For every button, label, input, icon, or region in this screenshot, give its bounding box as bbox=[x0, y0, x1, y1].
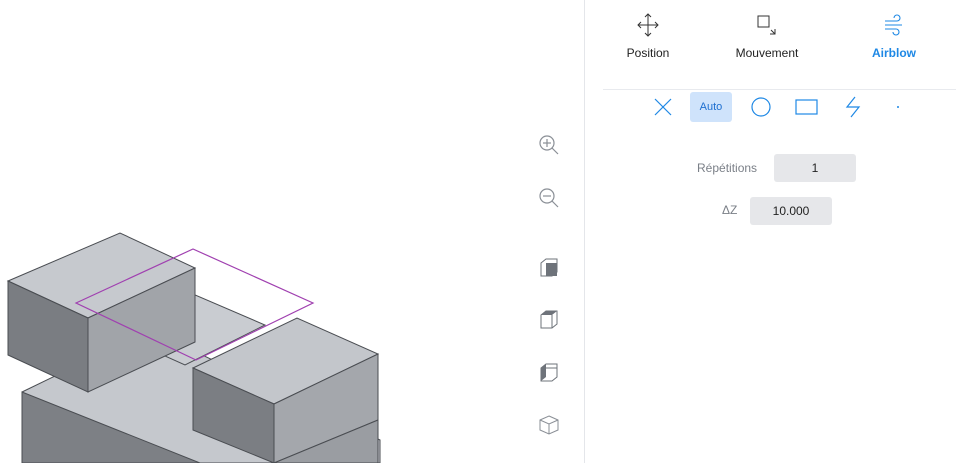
mode-auto-label: Auto bbox=[699, 101, 723, 113]
view-front-button[interactable] bbox=[534, 305, 564, 335]
3d-viewport[interactable] bbox=[0, 0, 584, 463]
mode-none-button[interactable] bbox=[648, 92, 678, 122]
dot-icon bbox=[897, 106, 899, 108]
dz-label: ΔZ bbox=[722, 203, 738, 217]
tab-bar: Position Mouvement Airblow bbox=[585, 0, 956, 90]
tab-airblow-label: Airblow bbox=[872, 46, 916, 60]
tabs-separator bbox=[603, 89, 956, 90]
tab-position-label: Position bbox=[626, 46, 670, 60]
tab-mouvement[interactable]: Mouvement bbox=[712, 12, 822, 72]
mode-circle-button[interactable] bbox=[748, 92, 774, 122]
mode-point-button[interactable] bbox=[891, 92, 905, 122]
view-iso-cube-icon bbox=[539, 415, 559, 435]
repetitions-label: Répétitions bbox=[697, 161, 758, 175]
x-icon bbox=[654, 98, 672, 116]
view-side-cube-icon bbox=[540, 363, 558, 382]
move-arrows-icon bbox=[637, 13, 659, 37]
zoom-in-icon bbox=[539, 135, 559, 155]
square-arrow-icon bbox=[757, 15, 776, 35]
repetitions-input[interactable]: 1 bbox=[774, 154, 856, 182]
tab-position[interactable]: Position bbox=[593, 12, 703, 72]
zoom-out-button[interactable] bbox=[534, 183, 564, 213]
mode-zigzag-button[interactable] bbox=[842, 92, 864, 122]
view-side-button[interactable] bbox=[534, 358, 564, 388]
mode-auto-button[interactable]: Auto bbox=[690, 92, 732, 122]
properties-panel: Position Mouvement Airblow Auto Répétiti… bbox=[585, 0, 956, 463]
mode-rectangle-button[interactable] bbox=[794, 92, 820, 122]
wind-icon bbox=[885, 14, 902, 36]
scene-canvas[interactable] bbox=[0, 0, 584, 463]
view-top-button[interactable] bbox=[534, 253, 564, 283]
view-iso-button[interactable] bbox=[534, 410, 564, 440]
tab-airblow[interactable]: Airblow bbox=[839, 12, 949, 72]
tab-mouvement-label: Mouvement bbox=[735, 46, 799, 60]
rectangle-icon bbox=[795, 99, 818, 115]
view-top-cube-icon bbox=[540, 258, 558, 277]
circle-icon bbox=[751, 97, 771, 117]
lightning-icon bbox=[845, 96, 861, 118]
view-front-cube-icon bbox=[540, 310, 558, 329]
airblow-mode-selector: Auto bbox=[585, 92, 956, 126]
zoom-out-icon bbox=[539, 188, 559, 208]
zoom-in-button[interactable] bbox=[534, 130, 564, 160]
dz-input[interactable]: 10.000 bbox=[750, 197, 832, 225]
view-toolbar bbox=[530, 0, 570, 463]
